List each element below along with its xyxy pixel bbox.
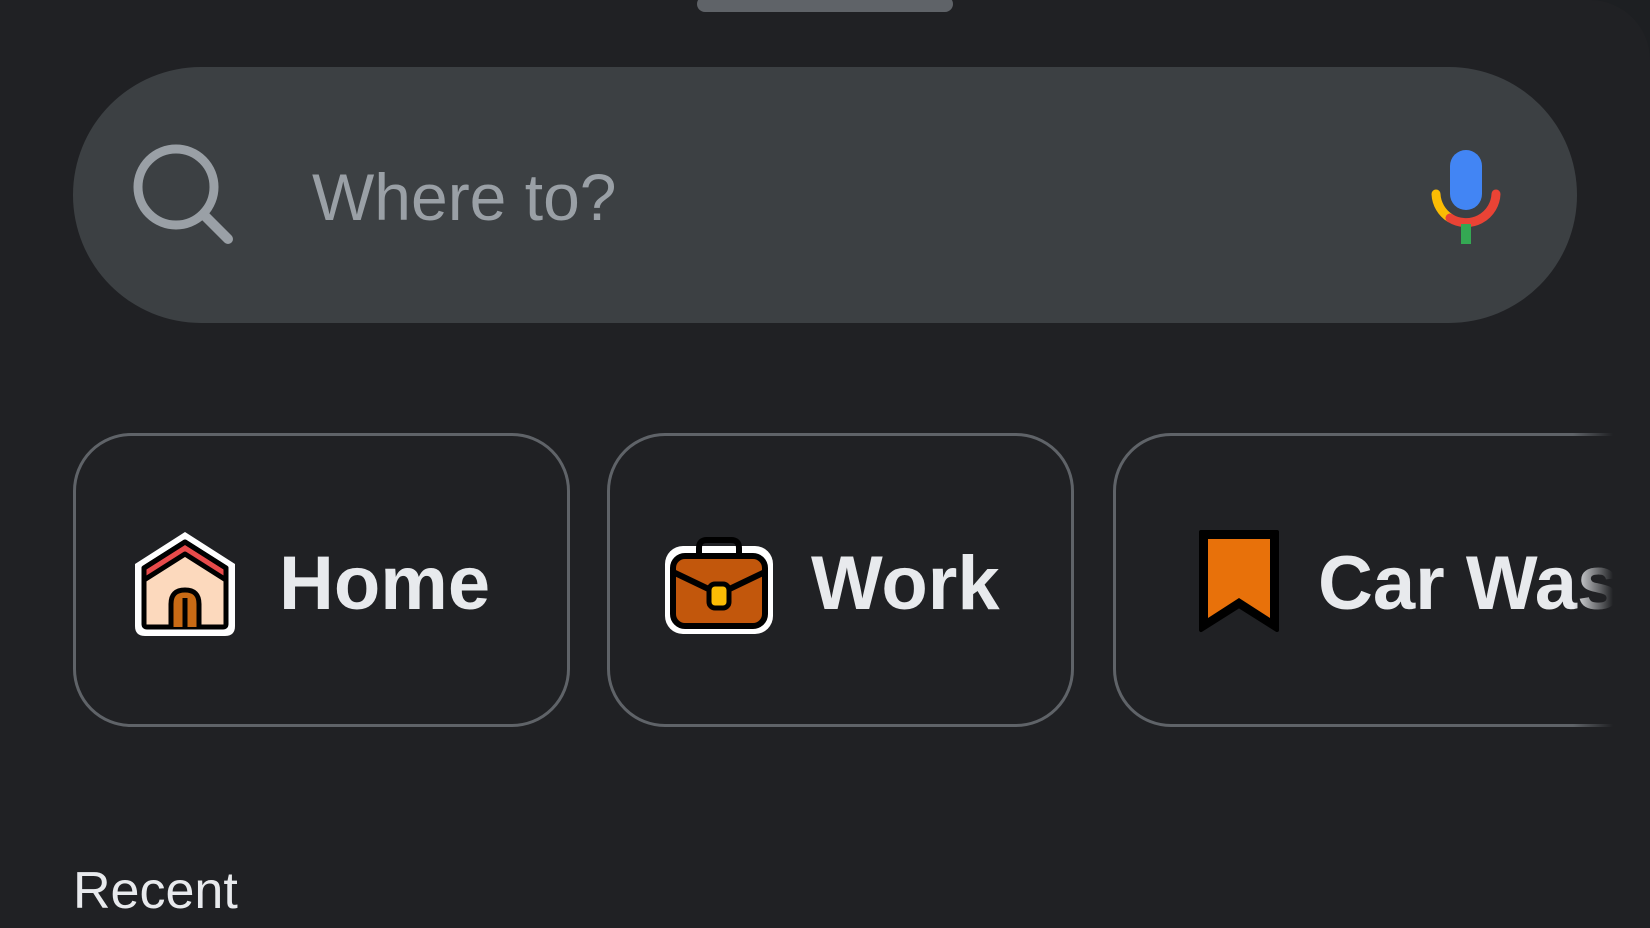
chip-car-wash[interactable]: Car Was (1113, 433, 1613, 727)
recent-section-title: Recent (73, 862, 238, 920)
shortcut-chips: Home Work Car Was (73, 433, 1613, 727)
chip-work-label: Work (811, 541, 1000, 626)
search-icon (131, 142, 237, 248)
chips-overflow-fade (1573, 433, 1613, 727)
home-icon (127, 526, 243, 642)
search-input[interactable]: Where to? (312, 158, 616, 236)
microphone-icon[interactable] (1430, 146, 1502, 246)
bottom-sheet: Where to? Home Work Car Was Recent (0, 0, 1650, 928)
chip-car-wash-label: Car Was (1318, 541, 1613, 626)
chip-home[interactable]: Home (73, 433, 570, 727)
bookmark-icon (1181, 526, 1297, 642)
chip-home-label: Home (279, 541, 491, 626)
drag-handle[interactable] (697, 0, 953, 12)
chip-work[interactable]: Work (607, 433, 1074, 727)
search-bar[interactable] (73, 67, 1577, 323)
briefcase-icon (661, 526, 777, 642)
